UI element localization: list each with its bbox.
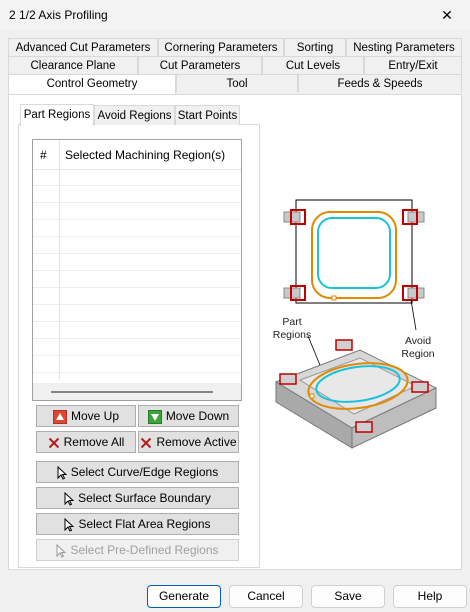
cursor-arrow-icon bbox=[64, 517, 75, 532]
subtab-part-regions[interactable]: Part Regions bbox=[20, 104, 94, 126]
avoid-label-line1: Avoid bbox=[404, 335, 432, 347]
move-up-label: Move Up bbox=[70, 409, 120, 423]
subtab-avoid-regions[interactable]: Avoid Regions bbox=[94, 105, 175, 125]
select-curve-edge-regions-button[interactable]: Select Curve/Edge Regions bbox=[36, 461, 239, 483]
tab-entry-exit[interactable]: Entry/Exit bbox=[364, 56, 462, 74]
part-label-line2: Regions bbox=[272, 329, 312, 341]
remove-all-label: Remove All bbox=[63, 435, 125, 449]
subtab-start-points[interactable]: Start Points bbox=[175, 105, 240, 125]
tab-feeds-speeds[interactable]: Feeds & Speeds bbox=[298, 74, 462, 92]
column-header-number: # bbox=[40, 148, 47, 162]
select-predefined-label: Select Pre-Defined Regions bbox=[70, 543, 219, 557]
window-title: 2 1/2 Axis Profiling bbox=[9, 8, 108, 22]
list-row bbox=[33, 288, 241, 305]
remove-x-icon bbox=[141, 437, 152, 449]
help-button[interactable]: Help bbox=[393, 585, 467, 608]
list-row bbox=[33, 186, 241, 203]
title-bar: 2 1/2 Axis Profiling ✕ bbox=[0, 0, 470, 30]
list-row bbox=[33, 271, 241, 288]
list-row bbox=[33, 356, 241, 373]
select-flat-label: Select Flat Area Regions bbox=[78, 517, 211, 531]
tab-tool[interactable]: Tool bbox=[176, 74, 298, 92]
cancel-button[interactable]: Cancel bbox=[229, 585, 303, 608]
remove-active-button[interactable]: Remove Active bbox=[138, 431, 239, 453]
list-row bbox=[33, 220, 241, 237]
tab-cornering-parameters[interactable]: Cornering Parameters bbox=[158, 38, 284, 56]
list-row bbox=[33, 254, 241, 271]
arrow-up-icon bbox=[52, 409, 67, 424]
avoid-region-label: Avoid Region bbox=[396, 335, 440, 361]
part-regions-label: Part Regions bbox=[272, 316, 312, 342]
select-surface-boundary-button[interactable]: Select Surface Boundary bbox=[36, 487, 239, 509]
list-row bbox=[33, 339, 241, 356]
move-up-button[interactable]: Move Up bbox=[36, 405, 136, 427]
horizontal-scrollbar[interactable] bbox=[33, 383, 241, 400]
part-label-line1: Part bbox=[282, 316, 302, 328]
list-row bbox=[33, 237, 241, 254]
remove-all-button[interactable]: Remove All bbox=[36, 431, 136, 453]
generate-button[interactable]: Generate bbox=[147, 585, 221, 608]
tab-cut-parameters[interactable]: Cut Parameters bbox=[138, 56, 262, 74]
avoid-label-line2: Region bbox=[401, 348, 435, 360]
tab-advanced-cut-parameters[interactable]: Advanced Cut Parameters bbox=[8, 38, 158, 56]
select-surface-label: Select Surface Boundary bbox=[78, 491, 211, 505]
list-row bbox=[33, 169, 241, 186]
tab-sorting[interactable]: Sorting bbox=[284, 38, 346, 56]
save-button[interactable]: Save bbox=[311, 585, 385, 608]
arrow-down-icon bbox=[147, 409, 162, 424]
move-down-label: Move Down bbox=[165, 409, 230, 423]
select-curve-label: Select Curve/Edge Regions bbox=[70, 465, 219, 479]
tab-nesting-parameters[interactable]: Nesting Parameters bbox=[346, 38, 462, 56]
column-header-region: Selected Machining Region(s) bbox=[65, 148, 226, 162]
remove-x-icon bbox=[48, 437, 59, 449]
start-point-marker bbox=[331, 295, 337, 301]
move-down-button[interactable]: Move Down bbox=[138, 405, 239, 427]
tab-clearance-plane[interactable]: Clearance Plane bbox=[8, 56, 138, 74]
region-list[interactable]: # Selected Machining Region(s) bbox=[32, 139, 242, 401]
select-pre-defined-regions-button: Select Pre-Defined Regions bbox=[36, 539, 239, 561]
list-row bbox=[33, 322, 241, 339]
cursor-arrow-icon bbox=[56, 543, 67, 558]
scrollbar-thumb[interactable] bbox=[51, 391, 213, 393]
list-row bbox=[33, 203, 241, 220]
remove-active-label: Remove Active bbox=[156, 435, 237, 449]
cursor-arrow-icon bbox=[57, 465, 67, 480]
tab-control-geometry[interactable]: Control Geometry bbox=[8, 74, 176, 94]
list-row bbox=[33, 305, 241, 322]
select-flat-area-regions-button[interactable]: Select Flat Area Regions bbox=[36, 513, 239, 535]
close-icon[interactable]: ✕ bbox=[424, 0, 470, 30]
cursor-arrow-icon bbox=[64, 491, 75, 506]
avoid-leader-line bbox=[410, 299, 417, 331]
list-header: # Selected Machining Region(s) bbox=[33, 140, 241, 170]
tab-cut-levels[interactable]: Cut Levels bbox=[262, 56, 364, 74]
